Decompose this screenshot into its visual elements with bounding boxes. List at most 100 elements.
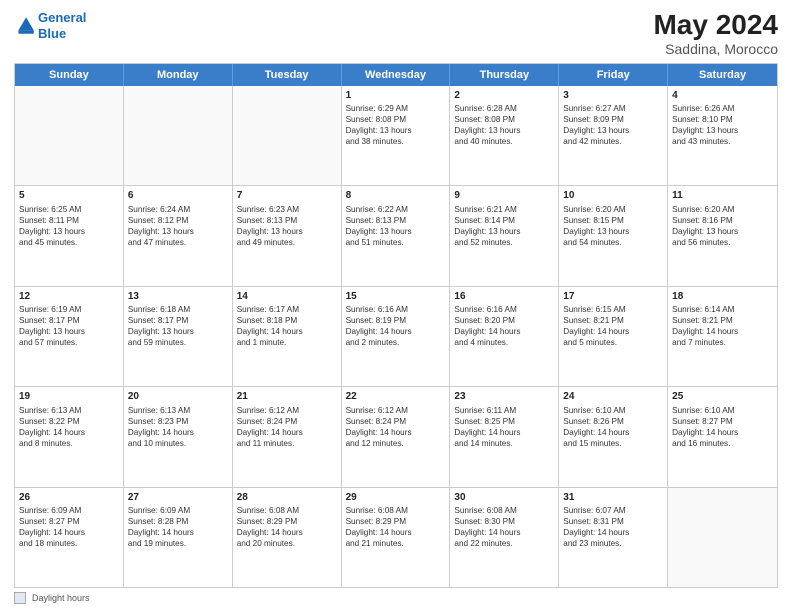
day-number: 31 [563,491,663,505]
calendar: SundayMondayTuesdayWednesdayThursdayFrid… [14,63,778,588]
cal-cell: 23Sunrise: 6:11 AMSunset: 8:25 PMDayligh… [450,387,559,486]
day-number: 5 [19,189,119,203]
day-info-line: Sunset: 8:11 PM [19,215,119,226]
day-info-line: and 45 minutes. [19,237,119,248]
day-info-line: and 7 minutes. [672,337,773,348]
day-number: 20 [128,390,228,404]
day-info-line: Sunrise: 6:25 AM [19,204,119,215]
page: General Blue May 2024 Saddina, Morocco S… [0,0,792,612]
day-info-line: Sunset: 8:17 PM [128,315,228,326]
day-info-line: and 43 minutes. [672,136,773,147]
cal-cell [124,86,233,185]
cal-cell: 4Sunrise: 6:26 AMSunset: 8:10 PMDaylight… [668,86,777,185]
day-number: 19 [19,390,119,404]
day-info-line: Daylight: 13 hours [454,125,554,136]
day-info-line: Daylight: 14 hours [19,427,119,438]
day-info-line: Sunrise: 6:17 AM [237,304,337,315]
day-info-line: and 4 minutes. [454,337,554,348]
day-info-line: Sunrise: 6:08 AM [237,505,337,516]
day-info-line: Sunrise: 6:21 AM [454,204,554,215]
day-info-line: Sunset: 8:22 PM [19,416,119,427]
day-info-line: Sunrise: 6:13 AM [128,405,228,416]
cal-week-1: 1Sunrise: 6:29 AMSunset: 8:08 PMDaylight… [15,86,777,186]
cal-cell: 7Sunrise: 6:23 AMSunset: 8:13 PMDaylight… [233,186,342,285]
cal-header-sunday: Sunday [15,64,124,86]
cal-cell: 21Sunrise: 6:12 AMSunset: 8:24 PMDayligh… [233,387,342,486]
day-info-line: and 52 minutes. [454,237,554,248]
day-info-line: Sunrise: 6:23 AM [237,204,337,215]
day-info-line: Daylight: 13 hours [19,226,119,237]
day-info-line: and 40 minutes. [454,136,554,147]
cal-cell: 6Sunrise: 6:24 AMSunset: 8:12 PMDaylight… [124,186,233,285]
logo: General Blue [14,10,86,41]
day-number: 16 [454,290,554,304]
day-number: 13 [128,290,228,304]
day-info-line: Sunset: 8:25 PM [454,416,554,427]
day-info-line: Daylight: 14 hours [454,326,554,337]
cal-cell: 25Sunrise: 6:10 AMSunset: 8:27 PMDayligh… [668,387,777,486]
cal-cell: 16Sunrise: 6:16 AMSunset: 8:20 PMDayligh… [450,287,559,386]
day-number: 4 [672,89,773,103]
day-number: 22 [346,390,446,404]
day-number: 23 [454,390,554,404]
cal-cell [233,86,342,185]
day-info-line: and 16 minutes. [672,438,773,449]
day-info-line: Daylight: 13 hours [346,226,446,237]
day-number: 10 [563,189,663,203]
day-number: 17 [563,290,663,304]
day-info-line: Sunset: 8:30 PM [454,516,554,527]
day-info-line: Daylight: 14 hours [237,527,337,538]
day-info-line: Sunset: 8:19 PM [346,315,446,326]
day-info-line: Sunset: 8:31 PM [563,516,663,527]
cal-cell: 15Sunrise: 6:16 AMSunset: 8:19 PMDayligh… [342,287,451,386]
cal-cell: 20Sunrise: 6:13 AMSunset: 8:23 PMDayligh… [124,387,233,486]
day-info-line: Daylight: 14 hours [19,527,119,538]
calendar-header-row: SundayMondayTuesdayWednesdayThursdayFrid… [15,64,777,86]
day-info-line: and 19 minutes. [128,538,228,549]
day-info-line: Sunset: 8:27 PM [19,516,119,527]
day-number: 15 [346,290,446,304]
day-info-line: and 20 minutes. [237,538,337,549]
cal-cell: 8Sunrise: 6:22 AMSunset: 8:13 PMDaylight… [342,186,451,285]
day-info-line: Sunrise: 6:16 AM [346,304,446,315]
cal-header-friday: Friday [559,64,668,86]
day-info-line: and 47 minutes. [128,237,228,248]
day-info-line: Daylight: 13 hours [454,226,554,237]
day-info-line: Sunset: 8:20 PM [454,315,554,326]
day-info-line: and 54 minutes. [563,237,663,248]
cal-cell [668,488,777,587]
day-info-line: Daylight: 14 hours [563,427,663,438]
day-info-line: Sunrise: 6:19 AM [19,304,119,315]
day-info-line: and 49 minutes. [237,237,337,248]
day-info-line: and 1 minute. [237,337,337,348]
day-info-line: and 56 minutes. [672,237,773,248]
day-number: 18 [672,290,773,304]
day-number: 3 [563,89,663,103]
main-title: May 2024 [653,10,778,41]
day-number: 21 [237,390,337,404]
day-info-line: Daylight: 14 hours [237,326,337,337]
day-info-line: Sunset: 8:18 PM [237,315,337,326]
cal-cell: 29Sunrise: 6:08 AMSunset: 8:29 PMDayligh… [342,488,451,587]
day-info-line: Sunrise: 6:28 AM [454,103,554,114]
cal-cell: 28Sunrise: 6:08 AMSunset: 8:29 PMDayligh… [233,488,342,587]
cal-cell: 10Sunrise: 6:20 AMSunset: 8:15 PMDayligh… [559,186,668,285]
day-info-line: and 51 minutes. [346,237,446,248]
cal-cell: 13Sunrise: 6:18 AMSunset: 8:17 PMDayligh… [124,287,233,386]
day-info-line: Sunset: 8:27 PM [672,416,773,427]
logo-line2: Blue [38,26,66,41]
day-number: 29 [346,491,446,505]
day-info-line: and 14 minutes. [454,438,554,449]
day-info-line: Sunrise: 6:08 AM [454,505,554,516]
day-info-line: Sunrise: 6:24 AM [128,204,228,215]
day-info-line: and 5 minutes. [563,337,663,348]
day-info-line: Sunset: 8:17 PM [19,315,119,326]
day-info-line: Sunset: 8:13 PM [346,215,446,226]
day-number: 25 [672,390,773,404]
day-info-line: Sunrise: 6:08 AM [346,505,446,516]
day-info-line: Sunset: 8:09 PM [563,114,663,125]
cal-cell: 24Sunrise: 6:10 AMSunset: 8:26 PMDayligh… [559,387,668,486]
calendar-body: 1Sunrise: 6:29 AMSunset: 8:08 PMDaylight… [15,86,777,587]
day-info-line: and 2 minutes. [346,337,446,348]
day-info-line: Sunset: 8:16 PM [672,215,773,226]
